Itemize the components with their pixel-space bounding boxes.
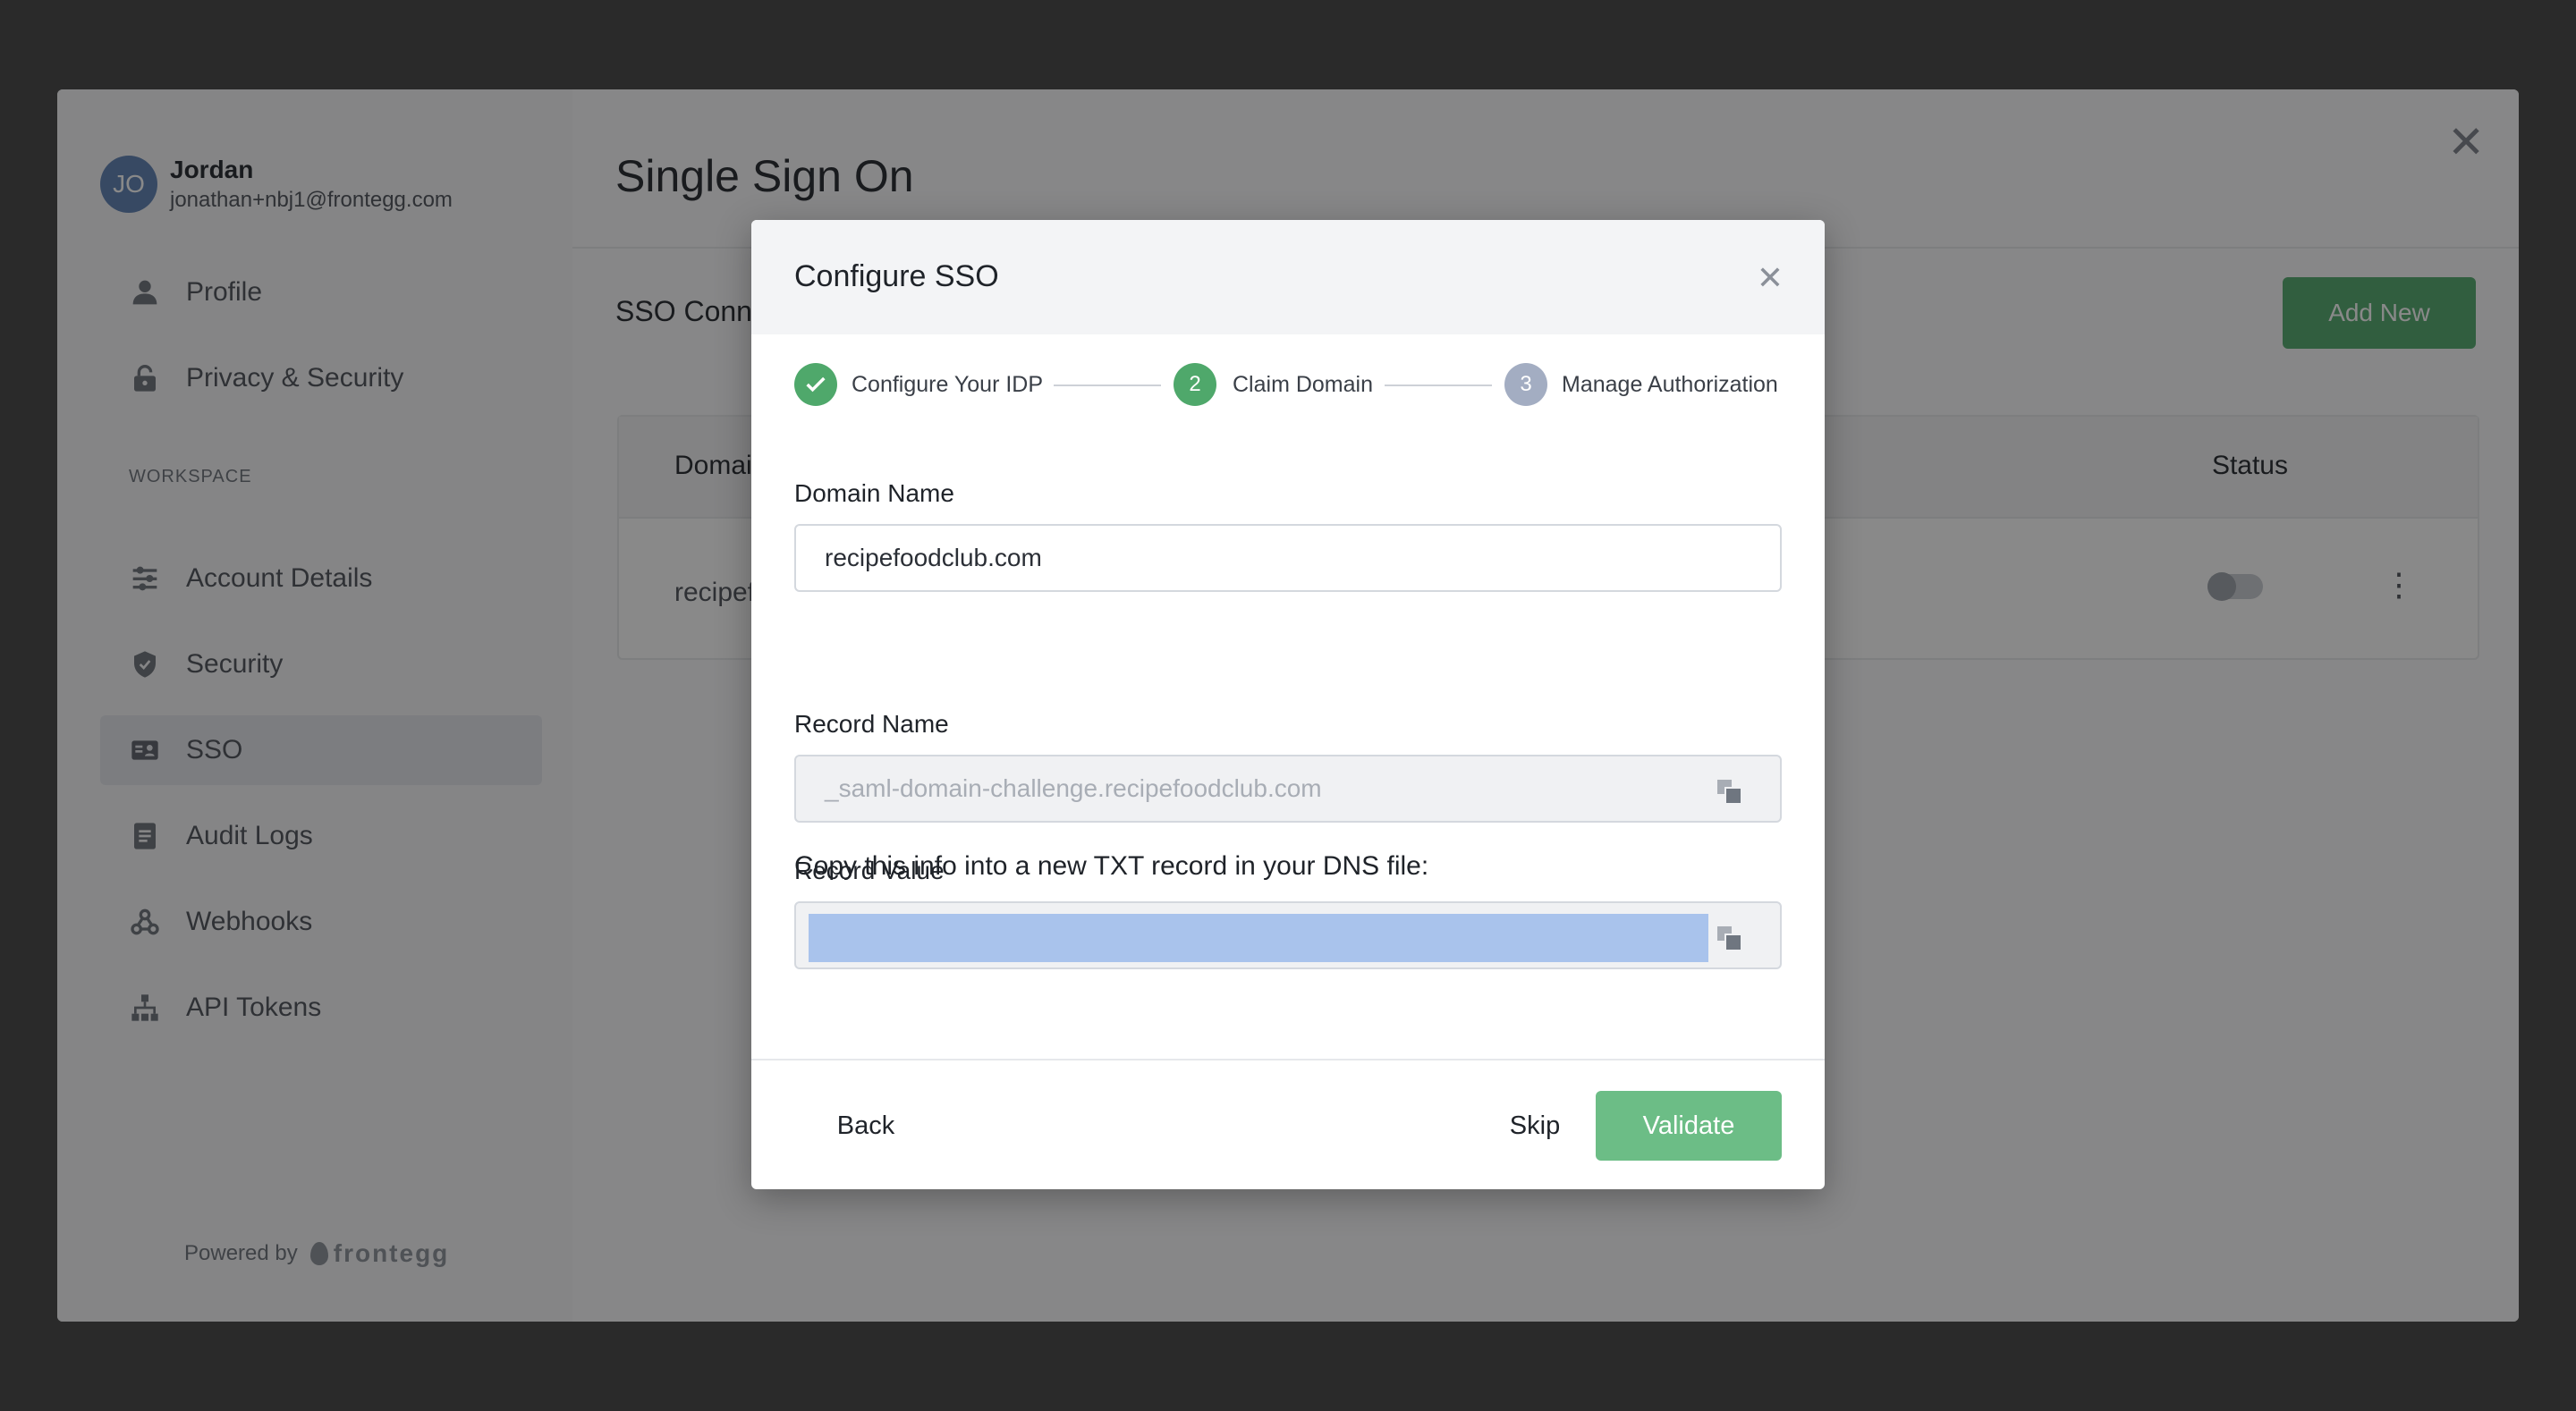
close-icon[interactable]: ✕: [1757, 259, 1784, 297]
modal-header: Configure SSO ✕: [751, 220, 1825, 334]
step-1-label: Configure Your IDP: [852, 372, 1044, 397]
step-connector: [1385, 384, 1492, 386]
modal-title: Configure SSO: [794, 259, 999, 293]
domain-name-label: Domain Name: [794, 479, 954, 507]
divider: [751, 1059, 1825, 1060]
back-button[interactable]: Back: [794, 1091, 937, 1161]
validate-button[interactable]: Validate: [1596, 1091, 1782, 1161]
step-connector: [1054, 384, 1161, 386]
domain-name-value: recipefoodclub.com: [825, 544, 1042, 571]
step-3-label: Manage Authorization: [1562, 372, 1778, 397]
record-name-field[interactable]: _saml-domain-challenge.recipefoodclub.co…: [794, 755, 1782, 823]
copy-icon[interactable]: [1717, 780, 1742, 805]
copy-icon[interactable]: [1717, 926, 1742, 951]
configure-sso-modal: Configure SSO ✕ Configure Your IDP 2 Cla…: [751, 220, 1825, 1189]
selected-text-highlight: [809, 914, 1708, 962]
step-2-label: Claim Domain: [1233, 372, 1373, 397]
stepper: Configure Your IDP 2 Claim Domain 3 Mana…: [794, 363, 1782, 408]
step-3-circle: 3: [1504, 363, 1547, 406]
skip-button[interactable]: Skip: [1481, 1091, 1589, 1161]
step-2-circle: 2: [1174, 363, 1216, 406]
record-value-label: Record Value: [794, 857, 945, 884]
step-1-check-icon: [794, 363, 837, 406]
domain-name-input[interactable]: recipefoodclub.com: [794, 524, 1782, 592]
record-value-field[interactable]: [794, 901, 1782, 969]
record-name-value: _saml-domain-challenge.recipefoodclub.co…: [825, 774, 1322, 802]
record-name-label: Record Name: [794, 710, 949, 738]
